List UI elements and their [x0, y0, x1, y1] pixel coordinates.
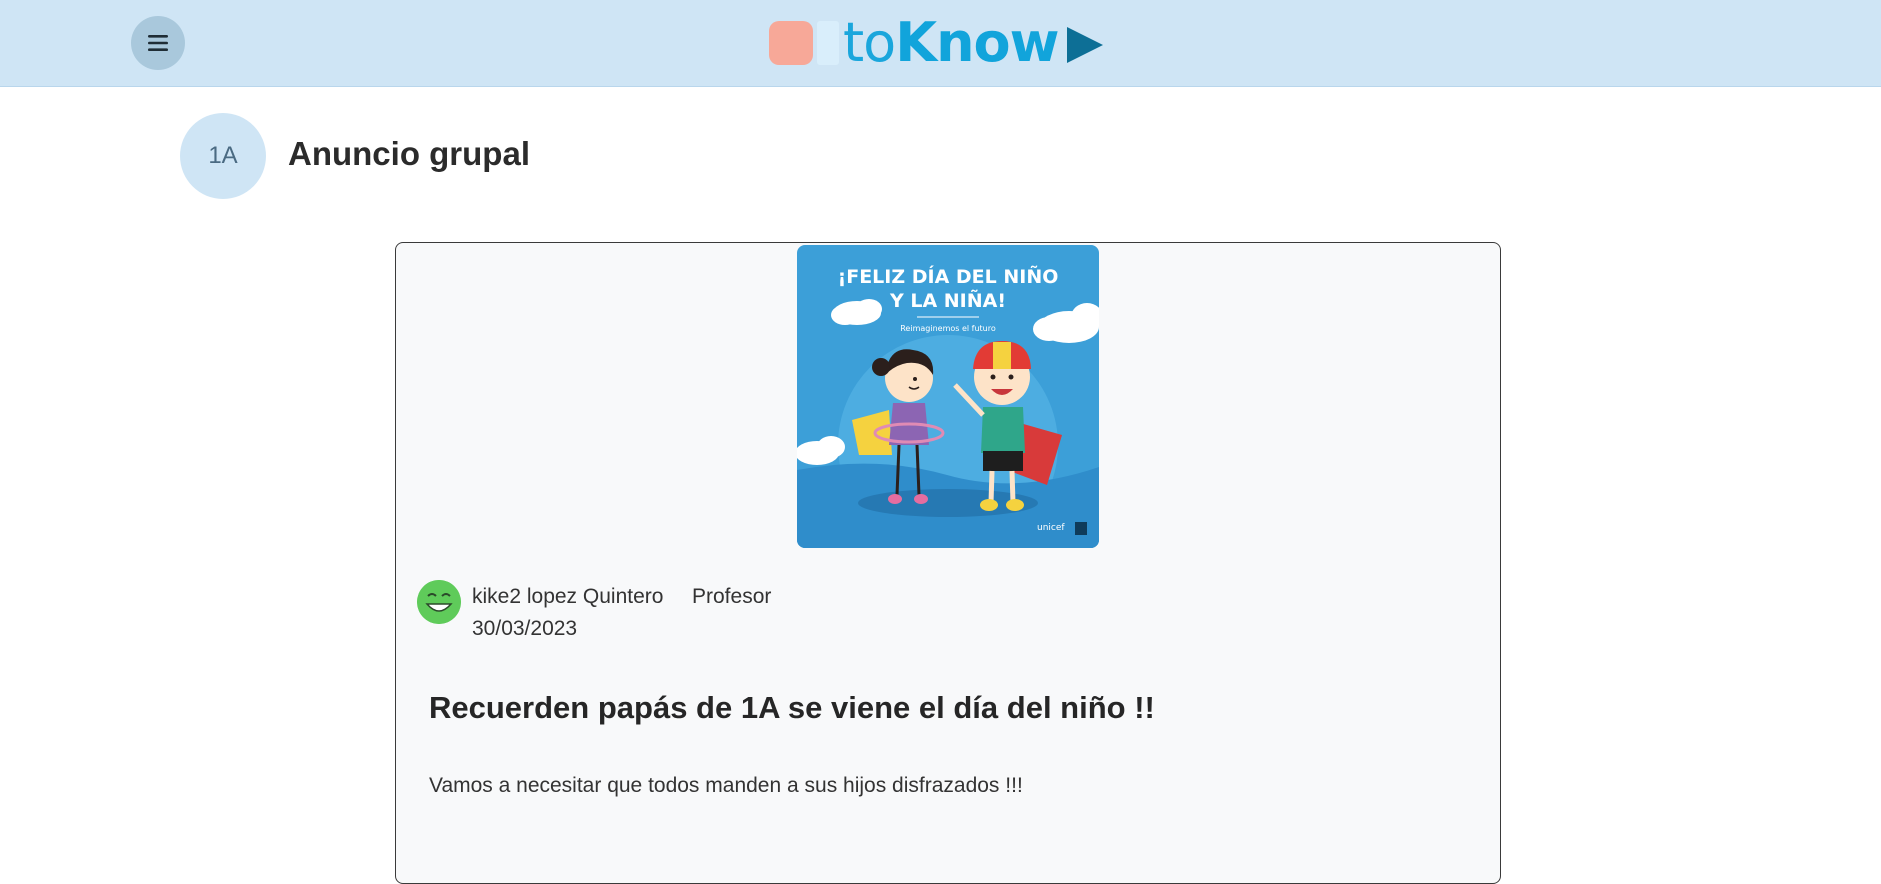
top-navbar: to Know — [0, 0, 1881, 87]
smiley-avatar-icon — [417, 580, 461, 624]
logo-pill-shape — [769, 21, 813, 65]
logo-bar-shape — [817, 21, 839, 65]
play-icon — [1066, 27, 1103, 63]
image-headline-1: ¡FELIZ DÍA DEL NIÑO — [838, 264, 1059, 288]
announcement-image[interactable]: ¡FELIZ DÍA DEL NIÑO Y LA NIÑA! Reimagine… — [797, 245, 1099, 548]
group-badge: 1A — [180, 113, 266, 199]
author-role: Profesor — [692, 585, 772, 608]
logo-text-to: to — [843, 11, 896, 74]
hamburger-icon — [148, 35, 168, 51]
announcement-title: Recuerden papás de 1A se viene el día de… — [429, 690, 1155, 725]
image-brand: unicef — [1037, 523, 1065, 533]
page-title: Anuncio grupal — [288, 135, 530, 172]
image-headline-2: Y LA NIÑA! — [889, 288, 1006, 312]
announcement-card: ¡FELIZ DÍA DEL NIÑO Y LA NIÑA! Reimagine… — [395, 242, 1501, 884]
menu-button[interactable] — [131, 16, 185, 70]
author-name: kike2 lopez Quintero — [472, 585, 664, 608]
announcement-body: Vamos a necesitar que todos manden a sus… — [429, 774, 1023, 797]
toknow-logo[interactable]: to Know — [769, 14, 1105, 72]
logo-text-know: Know — [895, 11, 1059, 74]
post-date: 30/03/2023 — [472, 617, 578, 640]
image-tagline: Reimaginemos el futuro — [900, 324, 996, 333]
